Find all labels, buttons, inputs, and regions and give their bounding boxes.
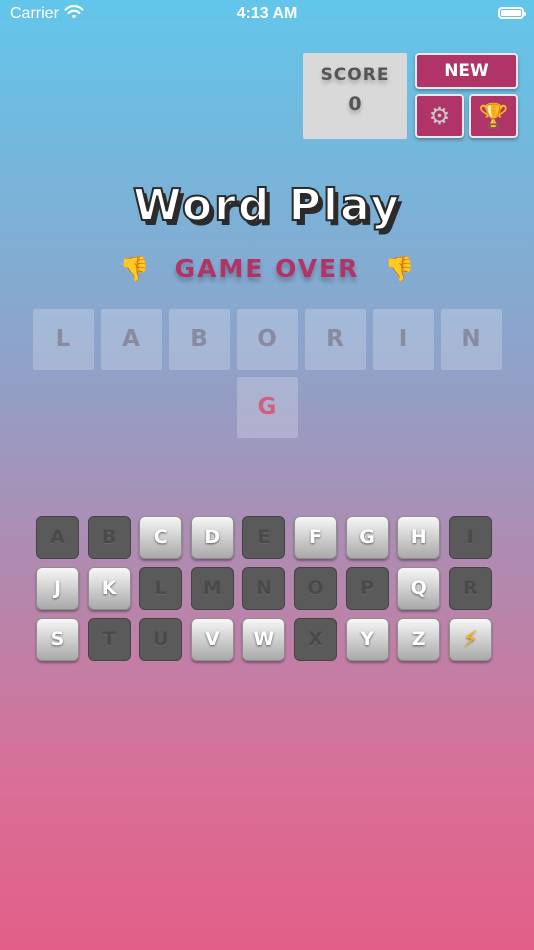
key-label: C [153,526,168,548]
key-z[interactable]: Z [397,618,441,661]
new-game-button[interactable]: NEW [415,53,518,89]
word-tile: B [168,309,230,370]
score-label: SCORE [320,65,390,85]
key-x: X [294,618,337,661]
game-title: Word Play [132,179,402,232]
score-value: 0 [348,93,362,115]
key-v[interactable]: V [190,618,234,661]
key-label: P [360,577,375,599]
key-i: I [448,516,492,559]
key-label: L [154,577,167,599]
key-label: Z [411,628,426,650]
key-f[interactable]: F [294,516,337,559]
key-label: U [152,628,169,650]
key-n: N [242,567,286,610]
key-p: P [345,567,389,610]
settings-button[interactable]: ⚙ [415,94,464,138]
key-label: J [53,577,62,599]
gear-icon: ⚙ [428,102,451,130]
status-time: 4:13 AM [236,5,298,22]
key-label: K [101,577,117,599]
hint-button[interactable]: ⚡ [448,618,492,661]
key-label: H [410,526,427,548]
key-m: M [190,567,234,610]
game-status-row: 👎 GAME OVER 👎 [0,254,534,294]
game-over-label: GAME OVER [174,254,360,283]
key-label: S [50,628,65,650]
key-label: F [309,526,322,548]
key-c[interactable]: C [139,516,183,559]
key-label: M [202,577,222,599]
key-label: R [462,577,478,599]
key-e: E [242,516,286,559]
key-label: V [204,628,220,650]
key-label: A [50,526,65,548]
key-label: Y [360,628,374,650]
key-w[interactable]: W [242,618,286,661]
key-g[interactable]: G [345,516,389,559]
word-tile: N [440,309,502,370]
key-u: U [139,618,183,661]
key-j[interactable]: J [36,567,79,610]
thumbs-down-icon: 👎 [119,254,150,283]
trophy-icon: 🏆 [478,102,509,130]
key-label: E [257,526,271,548]
key-r: R [448,567,492,610]
key-label: T [102,628,116,650]
leaderboard-button[interactable]: 🏆 [469,94,518,138]
key-label: Q [410,577,427,599]
key-o: O [294,567,337,610]
key-k[interactable]: K [87,567,131,610]
key-label: N [255,577,272,599]
key-label: I [466,526,474,548]
word-tile: A [100,309,162,370]
word-tile: G [236,377,298,438]
word-tile: O [236,309,298,370]
key-h[interactable]: H [397,516,441,559]
key-a: A [36,516,79,559]
word-tile: I [372,309,434,370]
score-panel: SCORE 0 [303,53,407,139]
key-label: W [253,628,275,650]
key-s[interactable]: S [36,618,79,661]
key-label: D [204,526,221,548]
key-d[interactable]: D [190,516,234,559]
key-t: T [87,618,131,661]
word-tile: L [32,309,94,370]
key-q[interactable]: Q [397,567,441,610]
status-bar: Carrier 4:13 AM [0,0,534,28]
key-label: X [308,628,323,650]
thumbs-down-icon: 👎 [384,254,415,283]
key-l: L [139,567,183,610]
battery-icon [498,7,526,19]
lightning-icon: ⚡ [462,627,479,652]
key-label: O [307,577,324,599]
key-y[interactable]: Y [345,618,389,661]
key-b: B [87,516,131,559]
word-tile: R [304,309,366,370]
key-label: B [101,526,117,548]
key-label: G [359,526,375,548]
